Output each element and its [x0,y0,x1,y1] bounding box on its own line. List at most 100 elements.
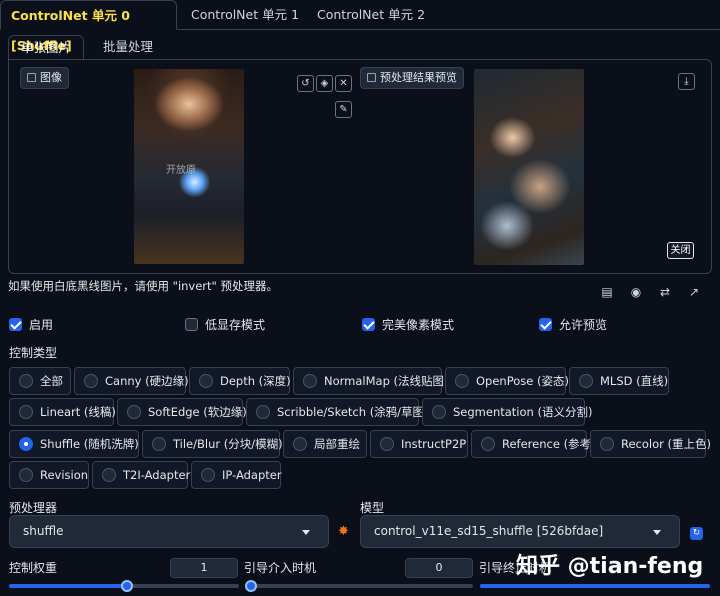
checkbox-label: 允许预览 [559,318,608,332]
checkbox-box[interactable] [185,318,198,331]
radio-label: Recolor (重上色) [621,437,711,451]
guidance-end-slider[interactable] [480,584,710,588]
brush-icon[interactable]: ✎ [335,101,352,118]
radio-dot[interactable] [432,405,446,419]
control-type-depth[interactable]: Depth (深度) [189,367,291,395]
control-type-reference[interactable]: Reference (参考) [471,430,596,458]
checkbox-label: 低显存模式 [205,318,266,332]
radio-dot[interactable] [600,437,614,451]
radio-dot[interactable] [380,437,394,451]
chevron-down-icon [302,530,310,535]
radio-dot[interactable] [579,374,593,388]
checkbox-label: 完美像素模式 [382,318,455,332]
slider-fill [480,584,710,588]
radio-dot[interactable] [201,468,215,482]
checkbox-box[interactable] [9,318,22,331]
tab-batch[interactable]: 批量处理 [91,35,165,60]
control-type-canny[interactable]: Canny (硬边缘) [74,367,189,395]
input-image[interactable]: 开放原 [134,69,244,264]
close-icon[interactable]: ✕ [335,75,352,92]
refresh-icon[interactable]: ↻ [690,527,703,540]
tab-unit-1[interactable]: ControlNet 单元 1 [191,0,299,30]
radio-dot[interactable] [481,437,495,451]
control-type-softedge[interactable]: SoftEdge (软边缘) [117,398,247,426]
radio-label: Lineart (线稿) [40,405,116,419]
control-type-tile-blur[interactable]: Tile/Blur (分块/模糊) [142,430,283,458]
send-dimensions-icon[interactable]: ↗ [687,286,701,299]
image-icon [27,73,36,82]
image-label: 图像 [20,67,69,89]
slider-fill [9,584,124,588]
tab-single-image[interactable]: 单张图片 [8,35,85,60]
control-type-instructp2p[interactable]: InstructP2P [370,430,468,458]
radio-dot[interactable] [455,374,469,388]
radio-dot[interactable] [199,374,213,388]
guidance-start-slider[interactable] [245,580,473,592]
preview-label-text: 预处理结果预览 [380,71,457,84]
new-canvas-icon[interactable]: ▤ [600,286,614,299]
undo-icon[interactable]: ↺ [297,75,314,92]
radio-dot[interactable] [19,437,33,451]
radio-label: 全部 [40,374,63,388]
radio-label: InstructP2P [401,437,467,451]
checkbox-box[interactable] [362,318,375,331]
radio-dot[interactable] [152,437,166,451]
control-type-scribble[interactable]: Scribble/Sketch (涂鸦/草图) [246,398,429,426]
preprocessor-label: 预处理器 [9,501,58,515]
control-type-lineart[interactable]: Lineart (线稿) [9,398,116,426]
radio-dot[interactable] [127,405,141,419]
checkbox-label: 启用 [29,318,54,332]
model-value: control_v11e_sd15_shuffle [526bfdae] [374,524,604,538]
control-type-openpose[interactable]: OpenPose (姿态) [445,367,569,395]
preprocessor-value: shuffle [23,524,64,538]
preprocessor-select[interactable]: shuffle [9,515,329,548]
control-type-normalmap[interactable]: NormalMap (法线贴图) [293,367,449,395]
control-type-all[interactable]: 全部 [9,367,71,395]
radio-dot[interactable] [303,374,317,388]
control-type-segmentation[interactable]: Segmentation (语义分割) [422,398,592,426]
control-type-recolor[interactable]: Recolor (重上色) [590,430,711,458]
eraser-icon[interactable]: ◈ [316,75,333,92]
radio-dot[interactable] [102,468,116,482]
swap-icon[interactable]: ⇄ [658,286,672,299]
slider-handle[interactable] [245,580,257,592]
camera-icon[interactable]: ◉ [629,286,643,299]
tab-unit-0[interactable]: ControlNet 单元 0 [Shuffle] [0,0,177,53]
radio-dot[interactable] [84,374,98,388]
radio-label: 局部重绘 [314,437,360,451]
radio-dot[interactable] [19,468,33,482]
control-weight-label: 控制权重 [9,561,58,575]
radio-dot[interactable] [293,437,307,451]
image-panel [8,59,712,274]
site-watermark: 知乎 @tian-feng [516,554,704,579]
radio-dot[interactable] [19,405,33,419]
control-type-mlsd[interactable]: MLSD (直线) [569,367,669,395]
radio-label: MLSD (直线) [600,374,669,388]
guidance-start-label: 引导介入时机 [244,561,317,575]
download-icon[interactable]: ⤓ [678,73,695,90]
image-label-text: 图像 [40,71,62,84]
checkbox-box[interactable] [539,318,552,331]
radio-label: IP-Adapter [222,468,282,482]
radio-label: Segmentation (语义分割) [453,405,593,419]
guidance-start-input[interactable]: 0 [405,558,473,578]
control-type-shuffle[interactable]: Shuffle (随机洗牌) [9,430,139,458]
control-weight-slider[interactable] [9,580,239,592]
tab-unit-2[interactable]: ControlNet 单元 2 [317,0,425,30]
control-type-revision[interactable]: Revision [9,461,89,489]
image-mode-tabs: 单张图片 批量处理 [8,35,712,60]
radio-dot[interactable] [256,405,270,419]
control-weight-input[interactable]: 1 [170,558,238,578]
slider-handle[interactable] [121,580,133,592]
radio-label: Shuffle (随机洗牌) [40,437,139,451]
image-watermark: 开放原 [166,165,196,176]
control-type-inpaint[interactable]: 局部重绘 [283,430,367,458]
preprocessor-preview-image [474,69,584,265]
radio-dot[interactable] [19,374,33,388]
run-preprocessor-icon[interactable]: ✸ [338,524,349,539]
model-select[interactable]: control_v11e_sd15_shuffle [526bfdae] [360,515,680,548]
radio-label: OpenPose (姿态) [476,374,569,388]
control-type-ip-adapter[interactable]: IP-Adapter [191,461,282,489]
close-preview-button[interactable]: 关闭 [667,242,694,259]
control-type-t2i-adapter[interactable]: T2I-Adapter [92,461,190,489]
